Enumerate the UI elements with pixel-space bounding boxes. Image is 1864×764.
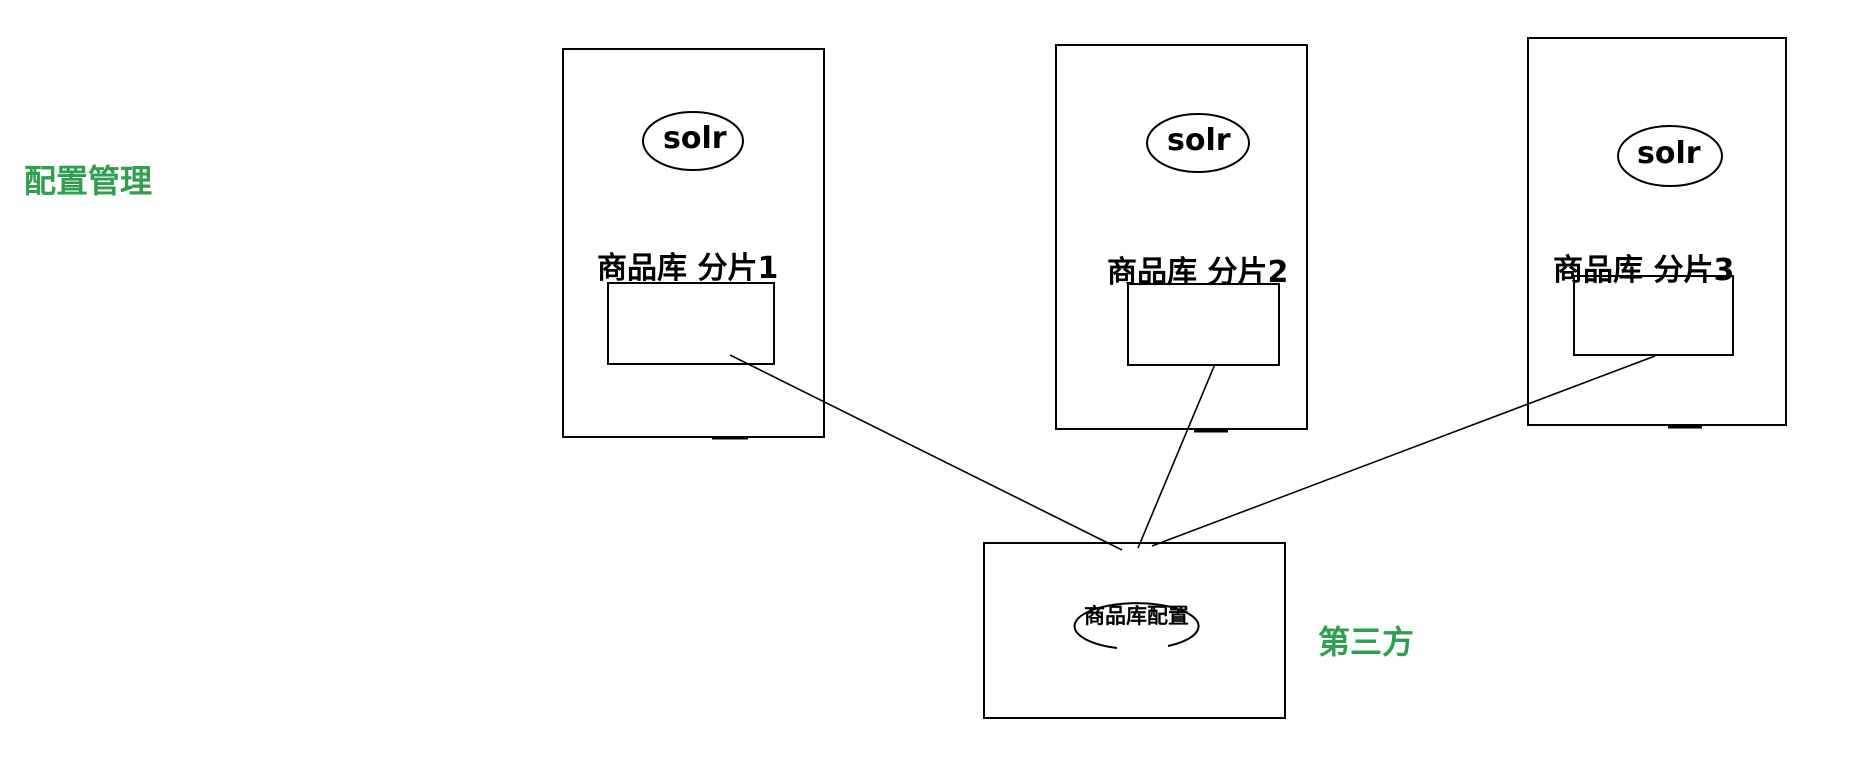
node-1-shard-label: 商品库 分片1 [597, 251, 779, 286]
config-store-frame [983, 542, 1286, 719]
node-1-solr-label: solr [663, 121, 727, 156]
node-2-frame [1055, 44, 1308, 430]
node-2-shard-box [1127, 283, 1280, 366]
node-1-shard-box [607, 282, 775, 365]
node-1-frame [562, 48, 825, 438]
node-2-shard-label: 商品库 分片2 [1107, 255, 1289, 290]
diagram-canvas [562, 37, 1787, 719]
config-store [983, 542, 1286, 719]
config-store-label: 商品库配置 [1084, 604, 1189, 628]
config-management-label: 配置管理 [24, 162, 153, 200]
node-3-solr-label: solr [1637, 136, 1701, 171]
node-2-solr-label: solr [1167, 123, 1231, 158]
connector-node-1 [729, 354, 1123, 551]
solr-node-1 [562, 48, 825, 440]
solr-node-3 [1527, 37, 1787, 429]
connector-node-3 [1151, 355, 1656, 547]
node-3-shard-label: 商品库 分片3 [1553, 253, 1735, 288]
node-3-frame [1527, 37, 1787, 426]
third-party-label: 第三方 [1318, 623, 1415, 661]
solr-node-2 [1055, 44, 1308, 433]
connector-node-2 [1137, 363, 1216, 549]
